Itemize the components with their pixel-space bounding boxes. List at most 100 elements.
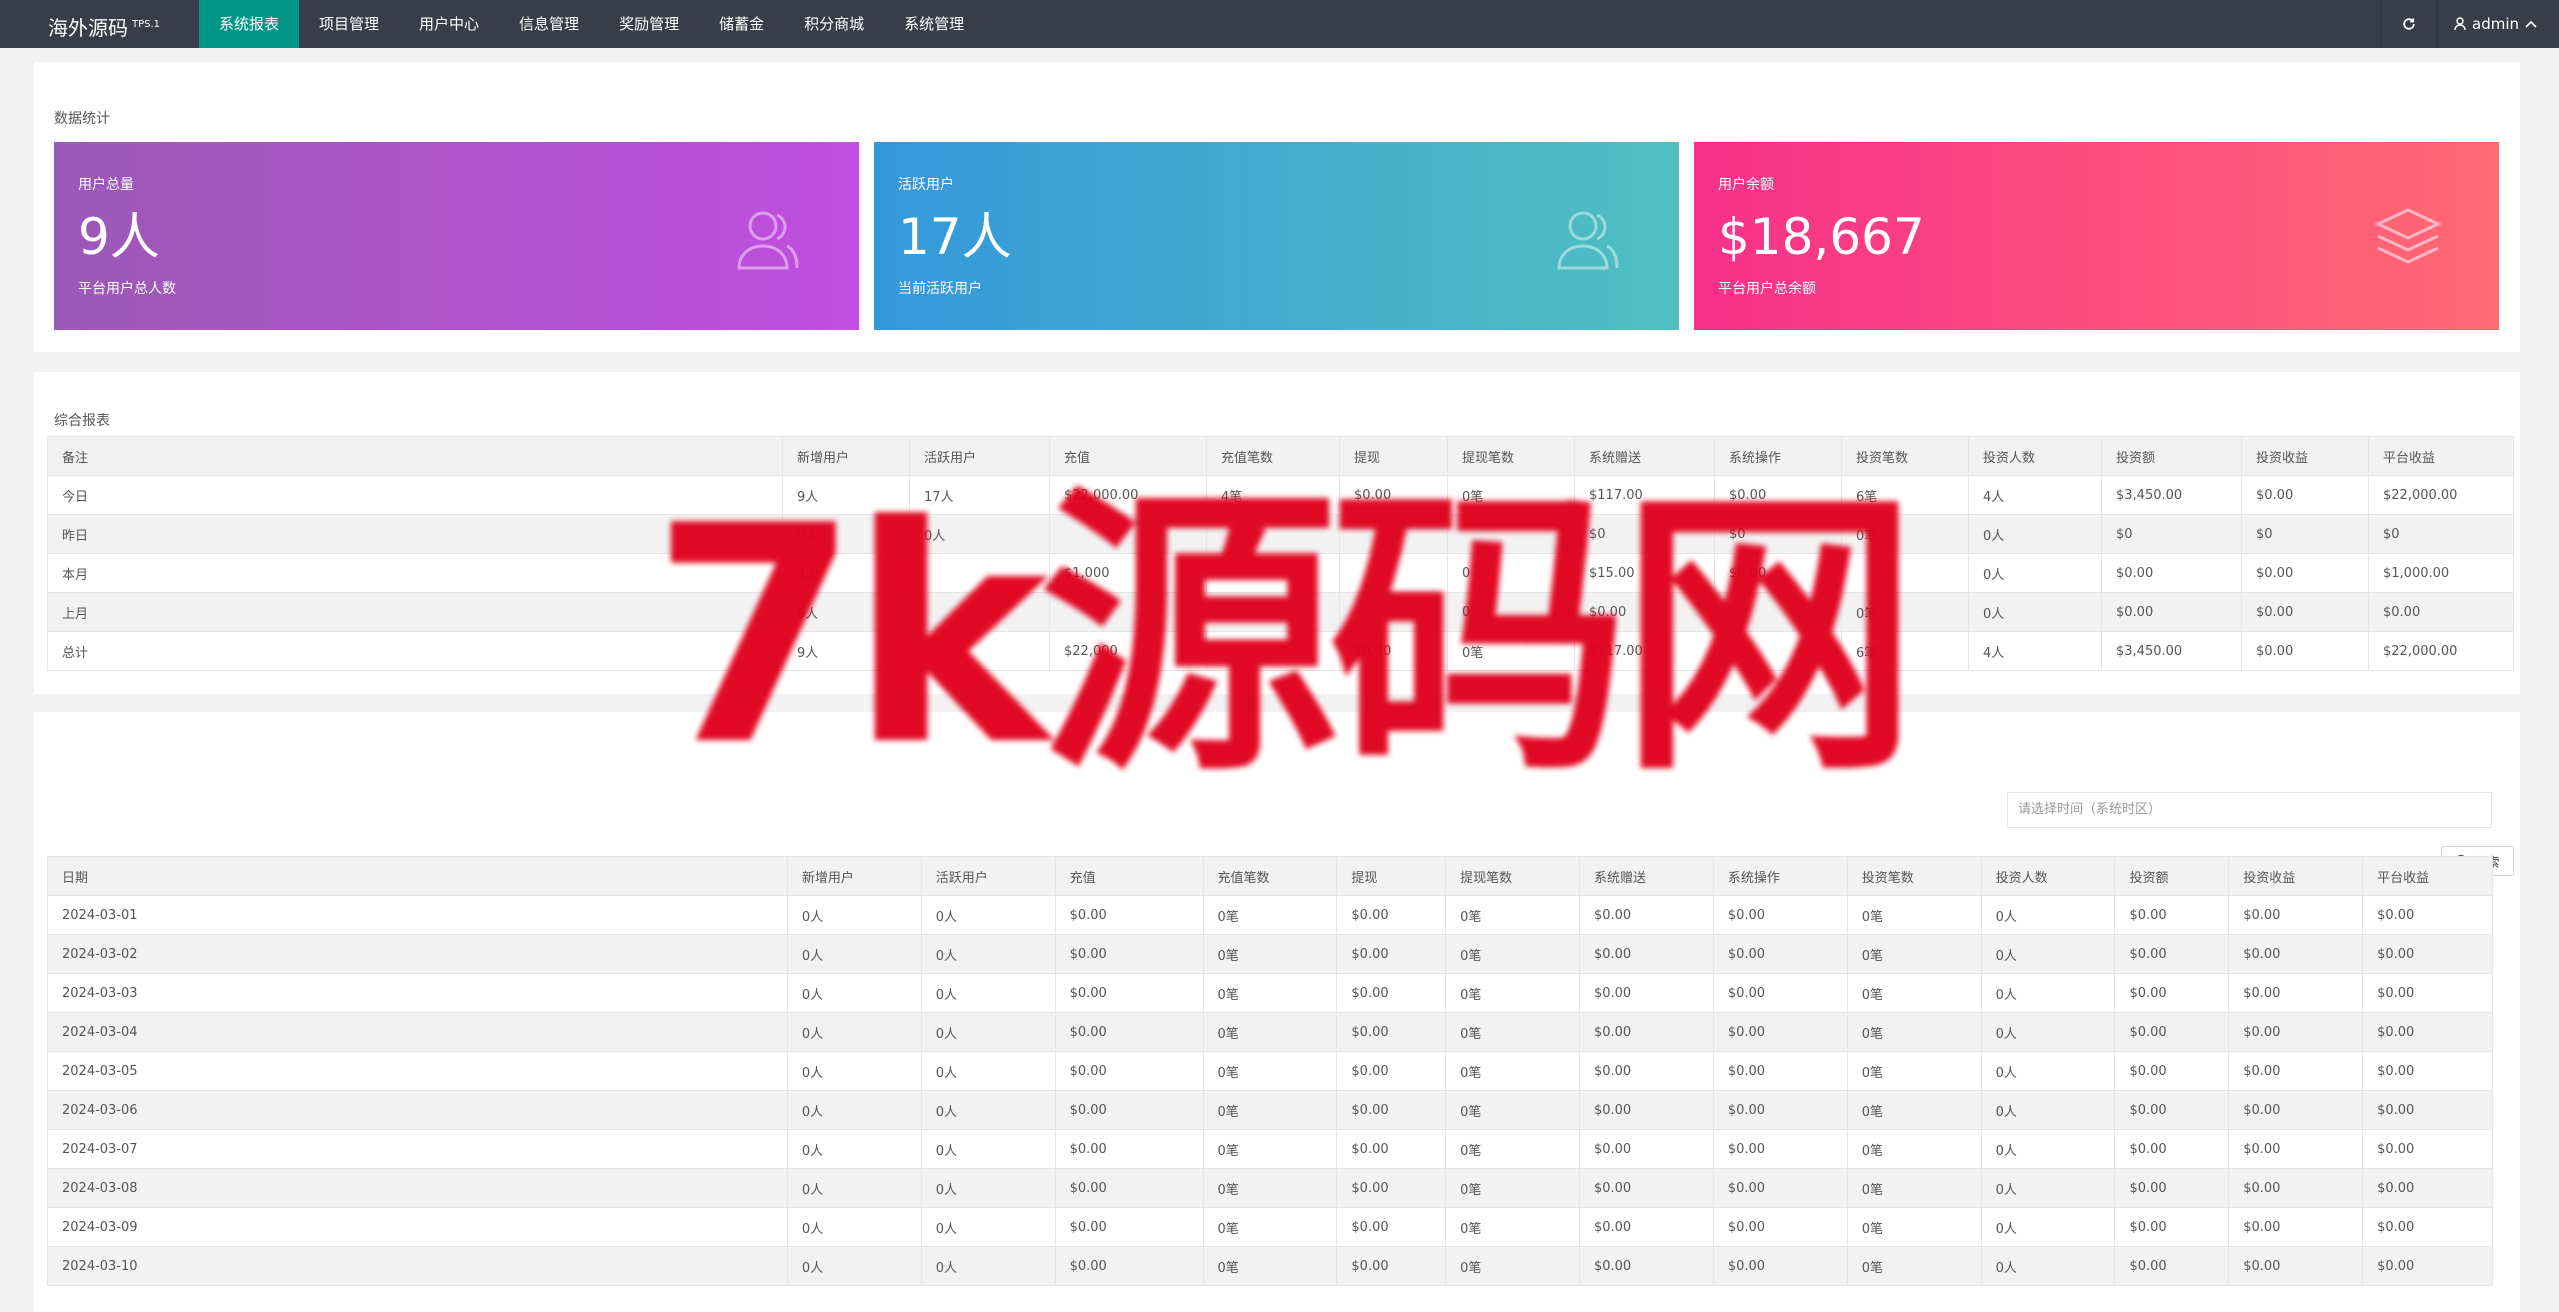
table-cell: $0.00 xyxy=(2241,475,2369,515)
table-cell: $0.00 xyxy=(1054,895,1204,935)
table-cell: $0.00 xyxy=(1578,1129,1714,1169)
table-row: 2024-03-06 0人 0人 $0.00 0笔 $0.00 0笔 $0.00 $0.00 0笔… xyxy=(47,1090,2493,1130)
table-cell: $0.00 xyxy=(2241,631,2369,671)
column-header: 平台收益 xyxy=(2368,436,2514,476)
table-cell: 0笔 xyxy=(1846,1207,1982,1247)
table-cell: $0.00 xyxy=(1578,1051,1714,1091)
table-cell: $0.00 xyxy=(1712,934,1848,974)
nav-item-4[interactable]: 奖励管理 xyxy=(599,0,699,48)
table-cell: 0笔 xyxy=(1202,1168,1338,1208)
table-cell: $0.00 xyxy=(2362,1207,2493,1247)
table-cell: $0.00 xyxy=(1336,1090,1447,1130)
table-cell: $0.00 xyxy=(2114,1168,2230,1208)
table-cell: $0.00 xyxy=(1336,1051,1447,1091)
refresh-button[interactable] xyxy=(2380,0,2437,48)
table-cell: $0.00 xyxy=(1578,934,1714,974)
table-row: 2024-03-03 0人 0人 $0.00 0笔 $0.00 0笔 $0.00 $0.00 0笔… xyxy=(47,973,2493,1013)
table-cell: 0人 xyxy=(786,895,922,935)
table-cell: $0.00 xyxy=(2228,1051,2364,1091)
nav-item-6[interactable]: 积分商城 xyxy=(784,0,884,48)
table-cell: 0笔 xyxy=(1202,1207,1338,1247)
table-cell: 0人 xyxy=(786,1012,922,1052)
table-cell: 0人 xyxy=(1968,592,2102,632)
table-cell: 4人 xyxy=(1968,631,2102,671)
table-cell: 0笔 xyxy=(1445,1246,1580,1286)
table-cell: $0.00 xyxy=(2228,1129,2364,1169)
users-icon xyxy=(1553,204,1623,274)
table-cell: 0人 xyxy=(1980,1246,2116,1286)
table-cell: 0人 xyxy=(786,973,922,1013)
table-cell: $0.00 xyxy=(1054,1129,1204,1169)
table-cell: 0人 xyxy=(786,1168,922,1208)
table-cell: $0 xyxy=(2101,514,2242,554)
table-cell: $0.00 xyxy=(1336,1129,1447,1169)
table-cell: 0人 xyxy=(1980,1129,2116,1169)
column-header: 投资额 xyxy=(2114,856,2230,896)
table-cell: 0人 xyxy=(786,1129,922,1169)
column-header: 活跃用户 xyxy=(920,856,1056,896)
table-cell: 0人 xyxy=(920,1168,1056,1208)
table-cell: 0人 xyxy=(786,1051,922,1091)
table-row: 2024-03-09 0人 0人 $0.00 0笔 $0.00 0笔 $0.00 $0.00 0笔… xyxy=(47,1207,2493,1247)
table-cell: $0.00 xyxy=(2362,973,2493,1013)
column-header: 投资人数 xyxy=(1968,436,2102,476)
stat-card-desc: 平台用户总人数 xyxy=(78,281,176,297)
date-range-input[interactable]: 请选择时间（系统时区） xyxy=(2007,792,2492,828)
table-cell: 0笔 xyxy=(1846,1129,1982,1169)
table-cell: 0笔 xyxy=(1445,1090,1580,1130)
table-cell: $0.00 xyxy=(1054,973,1204,1013)
table-cell: $0.00 xyxy=(1712,1012,1848,1052)
table-cell: 0人 xyxy=(1980,895,2116,935)
column-header: 日期 xyxy=(47,856,788,896)
topbar-right: admin xyxy=(2380,0,2559,48)
nav-item-3[interactable]: 信息管理 xyxy=(499,0,599,48)
table-cell: $0.00 xyxy=(2228,1090,2364,1130)
table-cell: $0.00 xyxy=(2241,592,2369,632)
table-cell: 0笔 xyxy=(1202,1129,1338,1169)
logo-version: TPS.1 xyxy=(132,19,161,30)
main-nav: 系统报表 项目管理 用户中心 信息管理 奖励管理 储蓄金 积分商城 系统管理 xyxy=(199,0,984,48)
nav-item-5[interactable]: 储蓄金 xyxy=(699,0,784,48)
stats-title: 数据统计 xyxy=(54,111,110,127)
detail-table: 日期 新增用户 活跃用户 充值 充值笔数 提现 提现笔数 系统赠送 系统操作 投资笔数 投资人数 投资… xyxy=(47,856,2493,1286)
table-cell: $0.00 xyxy=(1578,973,1714,1013)
table-cell: $0.00 xyxy=(1712,1246,1848,1286)
table-cell: $0.00 xyxy=(2114,1246,2230,1286)
app-logo[interactable]: 海外源码 TPS.1 xyxy=(48,12,160,41)
table-cell: $0.00 xyxy=(2362,1246,2493,1286)
user-menu[interactable]: admin xyxy=(2437,0,2559,48)
table-cell: $0.00 xyxy=(1712,1129,1848,1169)
table-cell: 0人 xyxy=(1968,514,2102,554)
table-cell: 0人 xyxy=(920,1051,1056,1091)
table-cell: $0.00 xyxy=(1336,1012,1447,1052)
table-cell: $0.00 xyxy=(2368,592,2514,632)
table-cell: $0.00 xyxy=(2114,895,2230,935)
table-cell: $0.00 xyxy=(1712,973,1848,1013)
table-cell: $0.00 xyxy=(2228,1207,2364,1247)
table-row: 2024-03-04 0人 0人 $0.00 0笔 $0.00 0笔 $0.00 $0.00 0笔… xyxy=(47,1012,2493,1052)
table-cell: 0笔 xyxy=(1202,1051,1338,1091)
table-cell: $3,450.00 xyxy=(2101,631,2242,671)
stat-card-desc: 当前活跃用户 xyxy=(898,281,982,297)
table-cell: $0.00 xyxy=(1336,934,1447,974)
table-cell: $0.00 xyxy=(2228,1246,2364,1286)
watermark: 7k源码网 xyxy=(650,462,1919,811)
table-cell: $0.00 xyxy=(2101,592,2242,632)
nav-item-1[interactable]: 项目管理 xyxy=(299,0,399,48)
nav-item-7[interactable]: 系统管理 xyxy=(884,0,984,48)
column-header: 投资额 xyxy=(2101,436,2242,476)
nav-item-2[interactable]: 用户中心 xyxy=(399,0,499,48)
table-cell: $0.00 xyxy=(1054,1207,1204,1247)
table-cell: $0.00 xyxy=(2228,1012,2364,1052)
stat-card-1: 活跃用户 17人 当前活跃用户 xyxy=(874,142,1679,330)
table-cell: $0.00 xyxy=(2362,1090,2493,1130)
user-name: admin xyxy=(2472,15,2519,33)
logo-text: 海外源码 xyxy=(48,16,128,40)
table-cell: $0.00 xyxy=(1336,973,1447,1013)
column-header: 提现笔数 xyxy=(1445,856,1580,896)
nav-item-0[interactable]: 系统报表 xyxy=(199,0,300,48)
table-cell: $0.00 xyxy=(1054,1168,1204,1208)
table-cell: $0.00 xyxy=(1712,1090,1848,1130)
table-cell: 2024-03-02 xyxy=(47,934,788,974)
table-cell: $0.00 xyxy=(2228,1168,2364,1208)
